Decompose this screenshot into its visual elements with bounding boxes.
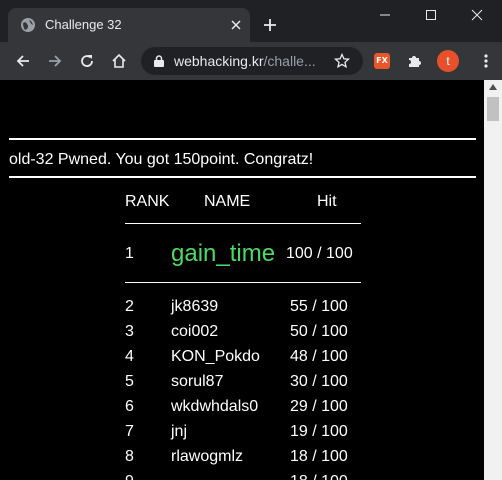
fx-extension-icon[interactable]: FX: [374, 53, 390, 69]
table-row: 5 sorul87 30 / 100: [0, 372, 484, 392]
scroll-up-arrow-icon[interactable]: [489, 84, 497, 90]
first-place-rank: 1: [125, 245, 134, 262]
header-hit: Hit: [317, 193, 337, 210]
row-hit: 18 / 100: [290, 472, 348, 480]
forward-button[interactable]: [45, 51, 65, 71]
row-hit: 48 / 100: [290, 348, 348, 365]
row-rank: 8: [125, 448, 134, 465]
divider-top: [9, 138, 476, 140]
row-hit: 19 / 100: [290, 423, 348, 440]
close-window-icon: [471, 9, 483, 21]
header-divider: [125, 223, 361, 224]
scrollbar[interactable]: [484, 80, 502, 480]
home-icon: [112, 53, 126, 68]
row-name: sorul87: [171, 373, 224, 390]
close-window-button[interactable]: [454, 0, 500, 30]
row-rank: 6: [125, 398, 134, 415]
menu-dots-icon[interactable]: [478, 53, 494, 69]
row-rank: 2: [125, 298, 134, 315]
row-rank: 3: [125, 323, 134, 340]
header-name: NAME: [204, 193, 251, 210]
table-row: 2 jk8639 55 / 100: [0, 297, 484, 317]
row-rank: 9: [125, 472, 134, 480]
tab-title: Challenge 32: [45, 17, 122, 32]
scrollbar-thumb[interactable]: [487, 97, 499, 121]
row-name: rlawogmlz: [171, 448, 244, 465]
tab-strip: Challenge 32: [0, 0, 502, 42]
browser-window: Challenge 32 webhacking.kr/challe... FX …: [0, 0, 502, 480]
close-icon[interactable]: [229, 18, 243, 32]
back-button[interactable]: [13, 51, 33, 71]
row-name: wkdwhdals0: [171, 398, 259, 415]
lock-icon[interactable]: [152, 54, 166, 68]
row-rank: 4: [125, 348, 134, 365]
page-content: old-32 Pwned. You got 150point. Congratz…: [0, 80, 484, 480]
reload-button[interactable]: [77, 51, 97, 71]
maximize-icon: [426, 10, 436, 20]
table-row: 7 jnj 19 / 100: [0, 422, 484, 442]
row-rank: 5: [125, 373, 134, 390]
home-button[interactable]: [109, 51, 129, 71]
url-text: webhacking.kr/challe...: [174, 53, 324, 69]
row-hit: 50 / 100: [290, 323, 348, 340]
row-name: coi002: [171, 323, 219, 340]
tab-challenge-32[interactable]: Challenge 32: [8, 8, 250, 42]
minimize-button[interactable]: [362, 0, 408, 30]
arrow-left-icon: [16, 55, 29, 67]
extensions-puzzle-icon[interactable]: [406, 53, 422, 69]
maximize-button[interactable]: [408, 0, 454, 30]
first-place-hit: 100 / 100: [286, 245, 353, 262]
header-rank: RANK: [125, 193, 170, 210]
address-bar[interactable]: webhacking.kr/challe...: [141, 47, 363, 75]
pwned-message: old-32 Pwned. You got 150point. Congratz…: [9, 151, 314, 168]
first-place-name: gain_time: [171, 240, 276, 267]
new-tab-icon[interactable]: [262, 17, 278, 33]
row-rank: 7: [125, 423, 134, 440]
row-name: KON_Pokdo: [171, 348, 260, 365]
url-host: webhacking.kr: [174, 53, 264, 69]
table-row: 3 coi002 50 / 100: [0, 322, 484, 342]
row-name: jnj: [171, 423, 188, 440]
table-row: 9 ... 18 / 100: [0, 472, 484, 480]
first-place-divider: [125, 282, 361, 283]
table-row: 4 KON_Pokdo 48 / 100: [0, 347, 484, 367]
reload-icon: [81, 55, 93, 67]
row-hit: 55 / 100: [290, 298, 348, 315]
globe-icon: [21, 18, 35, 32]
profile-avatar[interactable]: t: [437, 50, 459, 72]
arrow-right-icon: [49, 55, 62, 67]
row-name: jk8639: [171, 298, 219, 315]
row-hit: 29 / 100: [290, 398, 348, 415]
url-path: /challe...: [263, 53, 316, 69]
minimize-icon: [380, 14, 390, 16]
row-hit: 18 / 100: [290, 448, 348, 465]
table-row: 8 rlawogmlz 18 / 100: [0, 447, 484, 467]
table-row: 6 wkdwhdals0 29 / 100: [0, 397, 484, 417]
toolbar: webhacking.kr/challe... FX t: [0, 42, 502, 80]
row-name: ...: [171, 472, 184, 480]
divider-bottom: [9, 176, 476, 178]
row-hit: 30 / 100: [290, 373, 348, 390]
bookmark-star-icon[interactable]: [334, 53, 350, 69]
